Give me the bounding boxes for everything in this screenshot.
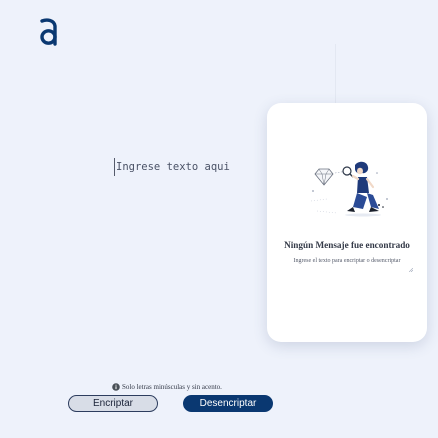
text-input[interactable] — [114, 158, 256, 176]
diamond-icon — [314, 168, 334, 186]
decorative-divider — [335, 44, 336, 104]
resize-grip-icon[interactable] — [409, 268, 413, 272]
encrypt-button[interactable]: Encriptar — [68, 395, 158, 412]
info-icon — [112, 383, 120, 391]
hint-message: Solo letras minúsculas y sin acento. — [112, 383, 222, 391]
output-card: Ningún Mensaje fue encontrado Ingrese el… — [267, 103, 427, 342]
page: Ningún Mensaje fue encontrado Ingrese el… — [0, 0, 438, 438]
alura-logo-icon[interactable] — [38, 18, 60, 46]
no-message-subtitle: Ingrese el texto para encriptar o desenc… — [293, 258, 401, 264]
decrypt-button[interactable]: Desencriptar — [183, 395, 273, 412]
hint-text: Solo letras minúsculas y sin acento. — [122, 383, 222, 391]
no-message-title: Ningún Mensaje fue encontrado — [284, 240, 410, 250]
person-with-magnifier-illustration — [310, 161, 388, 217]
